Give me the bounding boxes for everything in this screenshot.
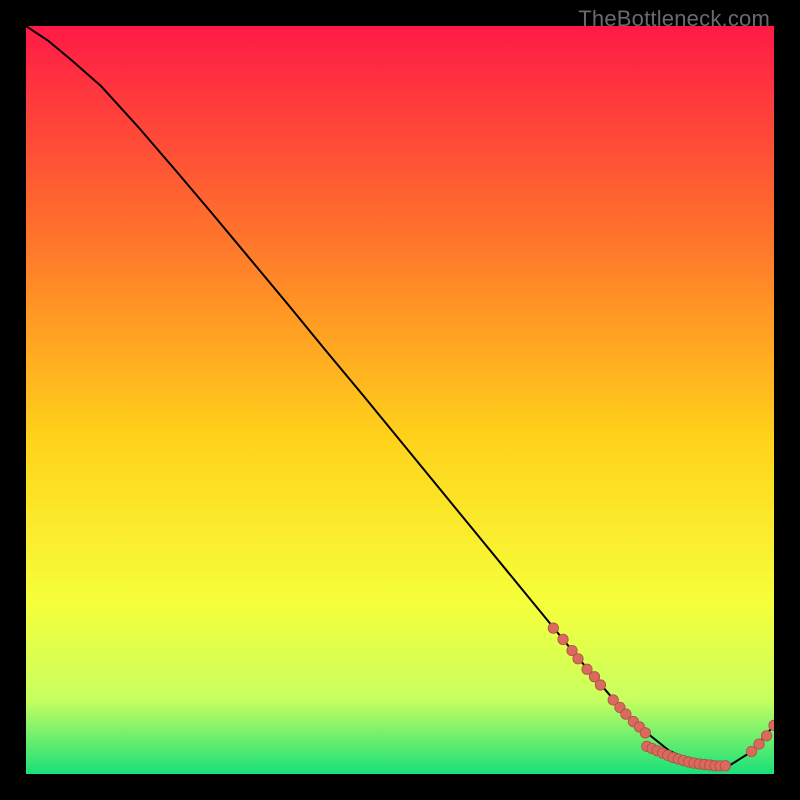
data-point [558,634,568,644]
data-point [548,623,558,633]
data-point [595,680,605,690]
gradient-background [26,26,774,774]
data-point [573,654,583,664]
chart-svg [26,26,774,774]
data-point [640,728,650,738]
data-point [754,739,764,749]
plot-area [26,26,774,774]
chart-stage: TheBottleneck.com [0,0,800,800]
data-point [720,761,730,771]
data-point [761,731,771,741]
